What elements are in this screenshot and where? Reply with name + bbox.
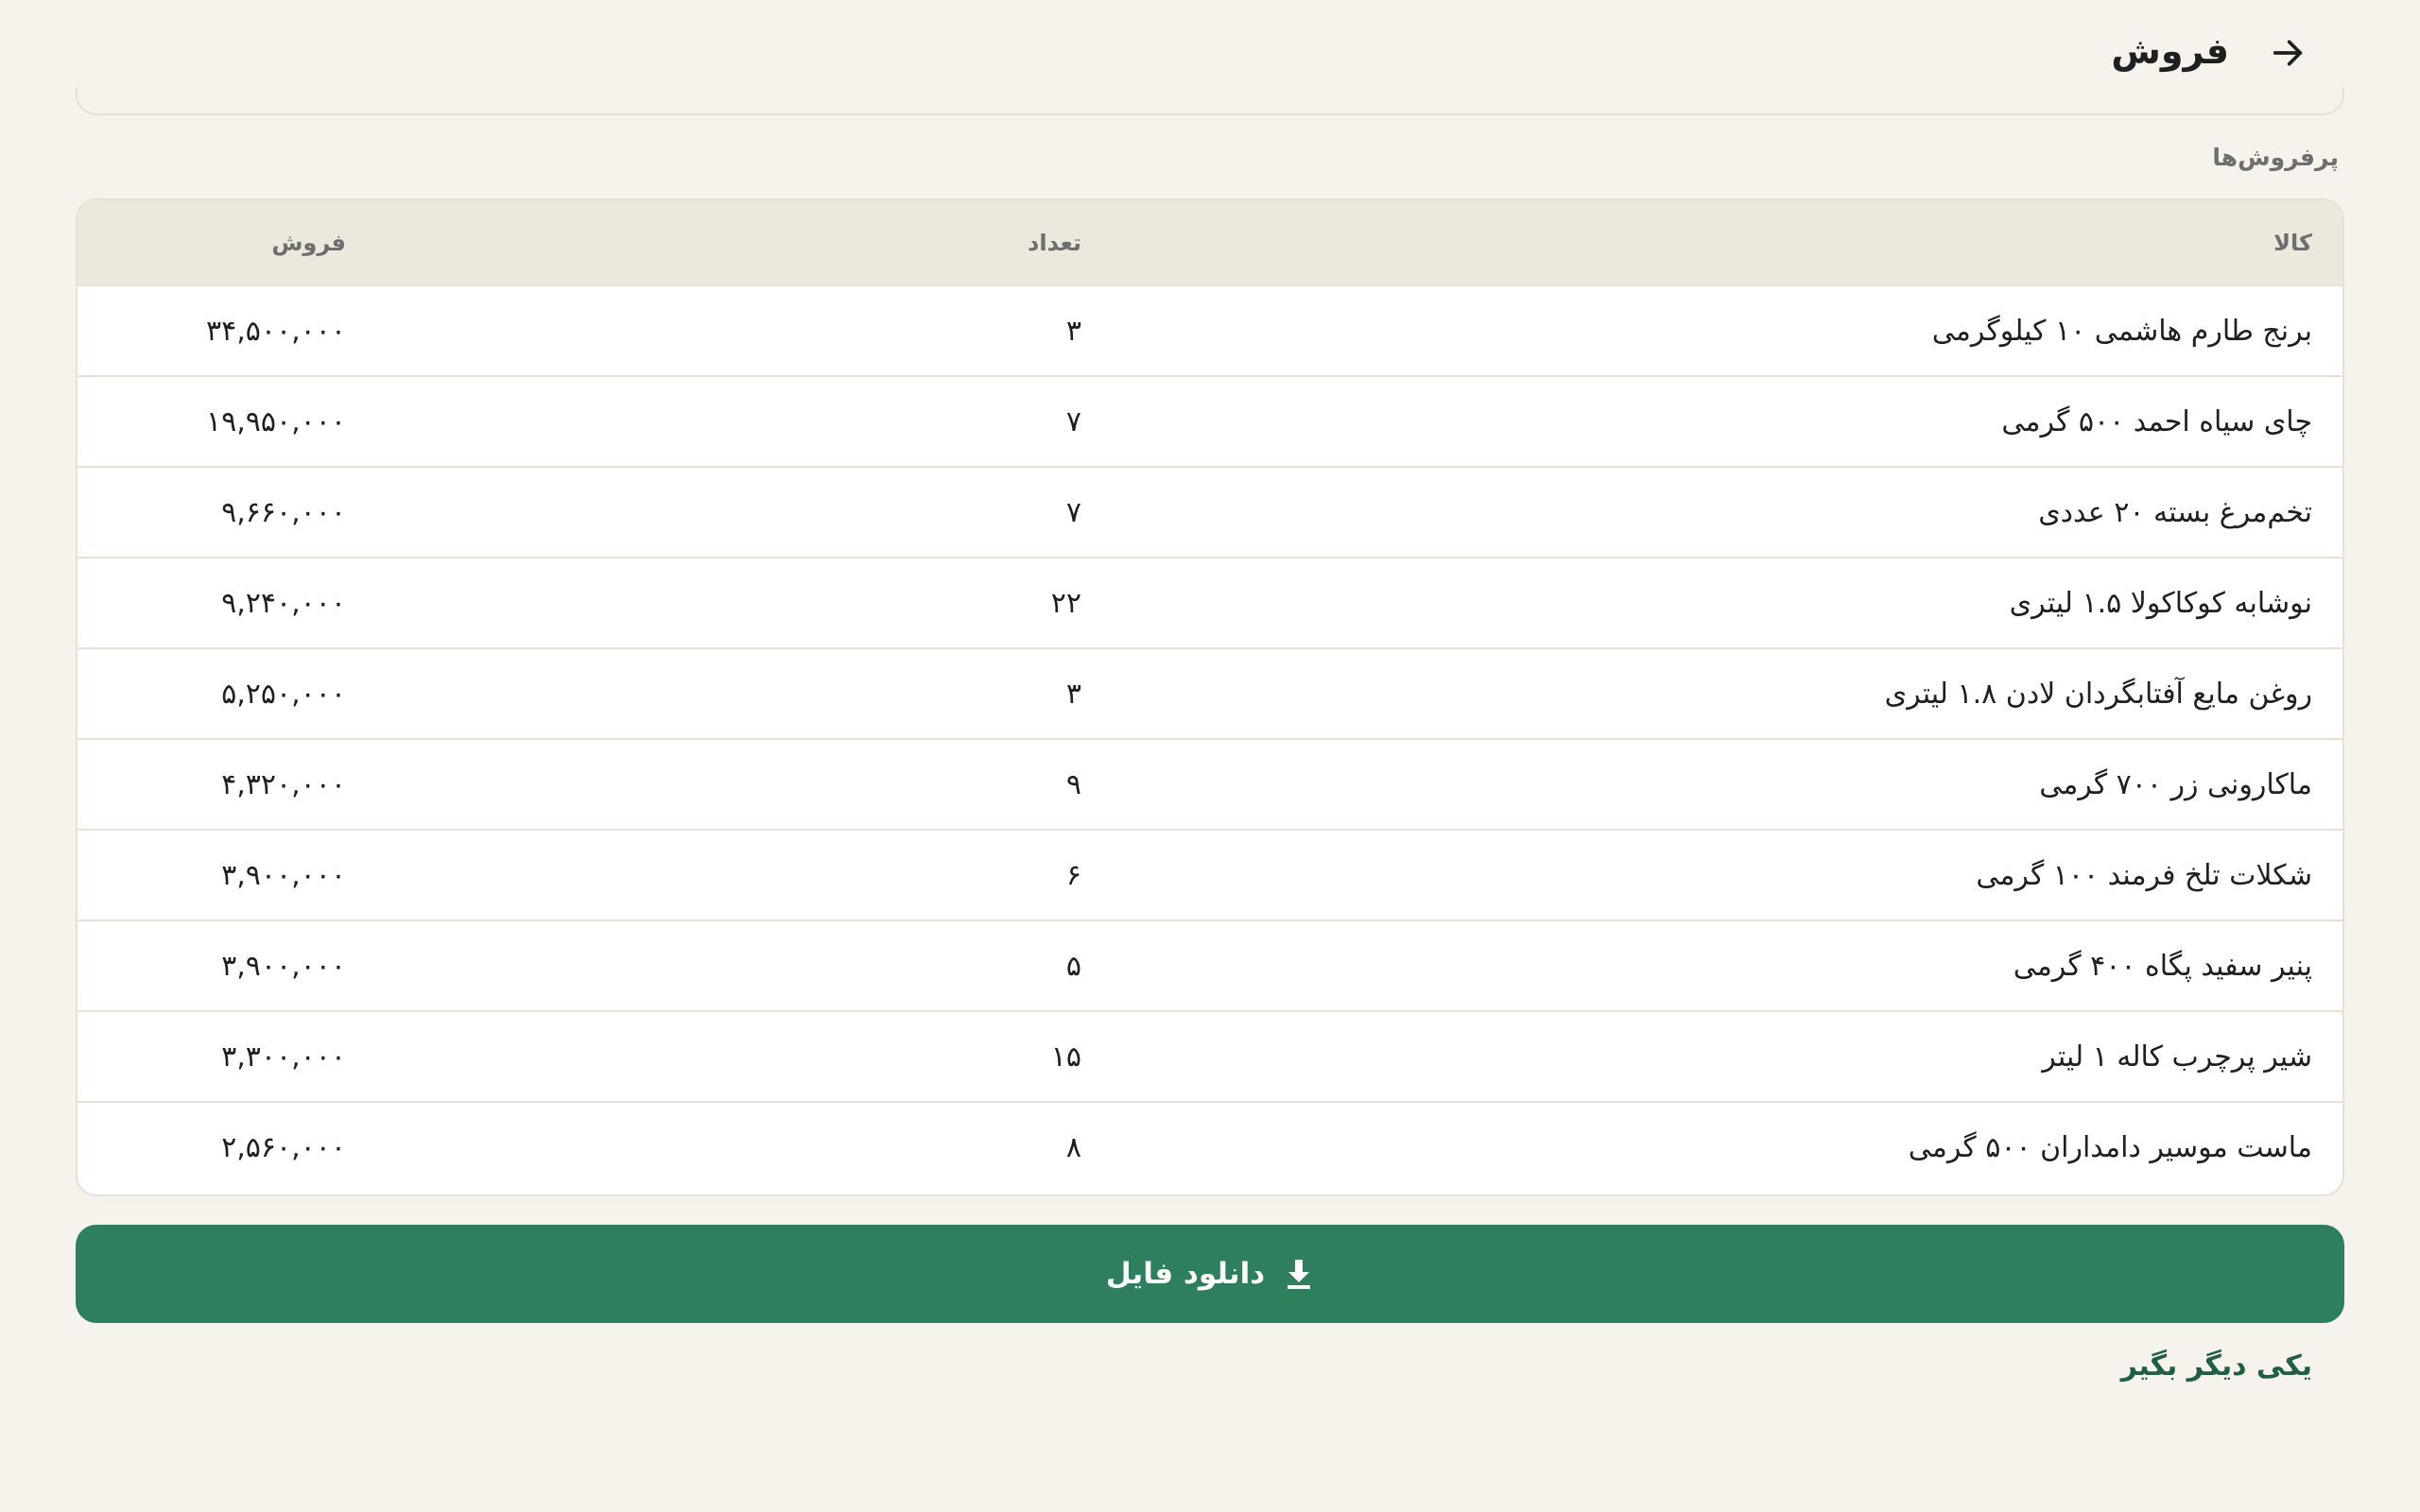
cell-name: برنج طارم هاشمی ۱۰ کیلوگرمی — [1112, 285, 2342, 377]
column-header-name: کالا — [1112, 200, 2342, 286]
previous-card-edge — [76, 87, 2344, 115]
cell-sales: ۳۴,۵۰۰,۰۰۰ — [78, 285, 376, 377]
column-header-sales: فروش — [78, 200, 376, 286]
cell-name: ماست موسیر دامداران ۵۰۰ گرمی — [1908, 1131, 2312, 1164]
table-row: شکلات تلخ فرمند ۱۰۰ گرمی ۶ ۳,۹۰۰,۰۰۰ — [78, 830, 2342, 921]
cell-sales: ۳,۳۰۰,۰۰۰ — [78, 1011, 376, 1103]
download-icon — [1284, 1258, 1314, 1290]
table-row: برنج طارم هاشمی ۱۰ کیلوگرمی ۳ ۳۴,۵۰۰,۰۰۰ — [78, 285, 2342, 377]
cell-quantity: ۷ — [376, 467, 1112, 558]
cell-name: چای سیاه احمد ۵۰۰ گرمی — [1112, 376, 2342, 468]
table-row: ماست موسیر دامداران ۵۰۰ گرمی ۸ ۲,۵۶۰,۰۰۰ — [78, 1102, 2342, 1193]
cell-name: ماکارونی زر ۷۰۰ گرمی — [1112, 739, 2342, 831]
cell-quantity: ۳ — [376, 285, 1112, 377]
cell-name: شیر پرچرب کاله ۱ لیتر — [1112, 1011, 2342, 1103]
table-row: روغن مایع آفتابگردان لادن ۱.۸ لیتری ۳ ۵,… — [78, 648, 2342, 740]
table-row: شیر پرچرب کاله ۱ لیتر ۱۵ ۳,۳۰۰,۰۰۰ — [78, 1011, 2342, 1103]
table-row: نوشابه کوکاکولا ۱.۵ لیتری ۲۲ ۹,۲۴۰,۰۰۰ — [78, 558, 2342, 649]
cell-quantity: ۲۲ — [376, 558, 1112, 649]
table-row: پنیر سفید پگاه ۴۰۰ گرمی ۵ ۳,۹۰۰,۰۰۰ — [78, 920, 2342, 1012]
cell-sales: ۱۹,۹۵۰,۰۰۰ — [78, 376, 376, 468]
cell-name: نوشابه کوکاکولا ۱.۵ لیتری — [1112, 558, 2342, 649]
table-row: تخم‌مرغ بسته ۲۰ عددی ۷ ۹,۶۶۰,۰۰۰ — [78, 467, 2342, 558]
cell-name: شکلات تلخ فرمند ۱۰۰ گرمی — [1112, 830, 2342, 921]
cell-quantity: ۷ — [376, 376, 1112, 468]
table-row: چای سیاه احمد ۵۰۰ گرمی ۷ ۱۹,۹۵۰,۰۰۰ — [78, 376, 2342, 468]
table-header-row: کالا تعداد فروش — [78, 200, 2342, 286]
cell-quantity: ۸ — [1065, 1131, 1081, 1164]
table-row: ماکارونی زر ۷۰۰ گرمی ۹ ۴,۳۲۰,۰۰۰ — [78, 739, 2342, 831]
page-title: فروش — [2111, 30, 2229, 72]
cell-sales: ۹,۲۴۰,۰۰۰ — [78, 558, 376, 649]
download-file-button[interactable]: دانلود فایل — [76, 1225, 2344, 1323]
top-sellers-table-card: کالا تعداد فروش برنج طارم هاشمی ۱۰ کیلوگ… — [76, 198, 2344, 1196]
back-button[interactable] — [2259, 25, 2316, 81]
cell-sales: ۹,۶۶۰,۰۰۰ — [78, 467, 376, 558]
cell-sales: ۵,۲۵۰,۰۰۰ — [78, 648, 376, 740]
section-label-top-sellers: پرفروش‌ها — [2212, 144, 2339, 171]
cell-name: پنیر سفید پگاه ۴۰۰ گرمی — [1112, 920, 2342, 1012]
cell-quantity: ۹ — [376, 739, 1112, 831]
arrow-right-icon — [2273, 40, 2303, 66]
cell-name: روغن مایع آفتابگردان لادن ۱.۸ لیتری — [1112, 648, 2342, 740]
cell-quantity: ۳ — [376, 648, 1112, 740]
cell-quantity: ۵ — [376, 920, 1112, 1012]
cell-quantity: ۶ — [376, 830, 1112, 921]
download-file-label: دانلود فایل — [1105, 1257, 1266, 1291]
cell-sales: ۳,۹۰۰,۰۰۰ — [78, 830, 376, 921]
column-header-quantity: تعداد — [376, 200, 1112, 286]
get-another-link[interactable]: یکی دیگر بگیر — [2121, 1349, 2312, 1383]
cell-name: تخم‌مرغ بسته ۲۰ عددی — [1112, 467, 2342, 558]
cell-sales: ۲,۵۶۰,۰۰۰ — [221, 1131, 346, 1164]
cell-sales: ۴,۳۲۰,۰۰۰ — [78, 739, 376, 831]
top-sellers-table: کالا تعداد فروش برنج طارم هاشمی ۱۰ کیلوگ… — [78, 200, 2342, 1193]
cell-sales: ۳,۹۰۰,۰۰۰ — [78, 920, 376, 1012]
cell-quantity: ۱۵ — [376, 1011, 1112, 1103]
